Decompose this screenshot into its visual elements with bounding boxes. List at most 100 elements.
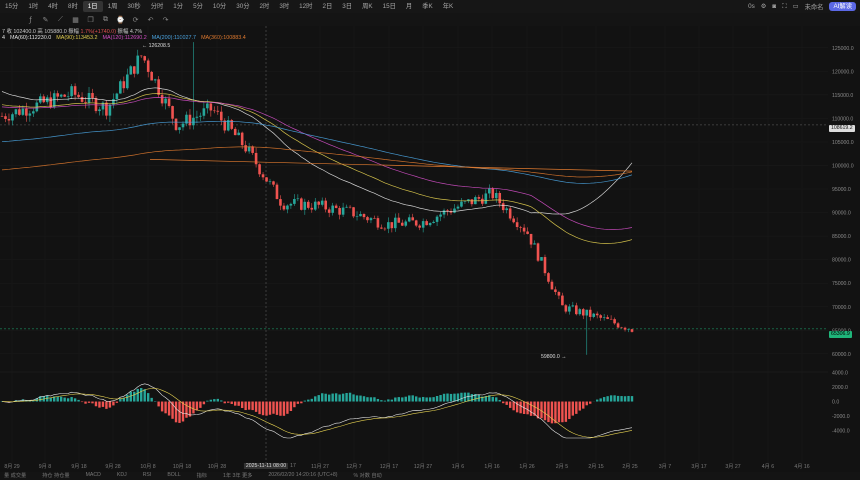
timeframe-1[interactable]: 1时	[23, 1, 43, 12]
candle-body	[425, 221, 428, 226]
candle-body	[380, 227, 383, 229]
macd-bar	[234, 401, 237, 406]
toolbar-right: 0s ⚙ ◙ ⛶ ▭ 未命名 AI解读	[748, 2, 856, 11]
bottom-item-6[interactable]: 指标	[197, 472, 207, 480]
indicator-name[interactable]: 未命名	[805, 2, 824, 11]
macd-bar	[613, 395, 616, 402]
candle-body	[66, 96, 70, 97]
timeframe-17[interactable]: 周K	[357, 1, 378, 12]
macd-bar	[355, 395, 359, 402]
macd-bar	[87, 401, 91, 403]
bottom-item-1[interactable]: 持仓 持仓量	[42, 472, 69, 480]
compare-icon[interactable]: ⧉	[101, 15, 110, 24]
timeframe-21[interactable]: 年K	[438, 1, 459, 12]
candle-body	[11, 114, 14, 121]
bottom-item-8[interactable]: 2026/02/20 14:20:16 (UTC+8)	[268, 472, 337, 480]
timeframe-3[interactable]: 8时	[63, 1, 83, 12]
macd-bar	[174, 401, 178, 423]
candle-body	[435, 216, 439, 222]
candle-body	[4, 116, 7, 119]
candle-body	[334, 205, 338, 208]
macd-bar	[195, 401, 199, 411]
bottom-item-2[interactable]: MACD	[86, 472, 101, 480]
timeframe-12[interactable]: 2时	[255, 1, 275, 12]
timeframe-11[interactable]: 30分	[231, 1, 254, 12]
candle-body	[400, 222, 404, 226]
candle-body	[174, 118, 178, 130]
bottom-item-4[interactable]: RSI	[143, 472, 152, 480]
timeframe-16[interactable]: 3日	[337, 1, 357, 12]
timeframe-toolbar: 15分 1时 4时 8时 1日 1周 30秒 分时 1分 5分 10分 30分 2时 3时 12时 2日 3日周…	[0, 0, 860, 13]
alert-icon[interactable]: ⌚	[116, 15, 125, 24]
macd-bar	[561, 401, 564, 423]
timeframe-13[interactable]: 3时	[274, 1, 294, 12]
timeframe-0[interactable]: 15分	[0, 1, 23, 12]
candle-body	[547, 273, 550, 282]
timeframe-6[interactable]: 30秒	[122, 1, 145, 12]
candle-body	[470, 199, 474, 205]
layout-icon[interactable]: ▭	[793, 3, 799, 10]
replay-icon[interactable]: ⟳	[131, 15, 140, 24]
ma-line-4	[1, 146, 633, 178]
candle-body	[411, 217, 415, 221]
timeframe-15[interactable]: 2日	[317, 1, 337, 12]
macd-bar	[582, 401, 585, 409]
candle-body	[14, 109, 18, 115]
bottom-item-9[interactable]: % 对数 自动	[353, 472, 381, 480]
candle-body	[526, 231, 529, 234]
candle-body	[306, 201, 310, 208]
timeframe-8[interactable]: 1分	[168, 1, 188, 12]
candle-body	[348, 206, 352, 208]
pencil-icon[interactable]: ✎	[41, 15, 50, 24]
macd-bar	[251, 401, 254, 411]
macd-bar	[620, 396, 623, 402]
timeframe-20[interactable]: 季K	[417, 1, 438, 12]
timeframe-9[interactable]: 5分	[188, 1, 208, 12]
macd-bar	[192, 401, 195, 414]
redo-icon[interactable]: ↷	[161, 15, 170, 24]
candle-body	[157, 79, 160, 95]
timeframe-4[interactable]: 1日	[82, 1, 103, 12]
bottom-item-3[interactable]: KDJ	[117, 472, 127, 480]
timeframe-2[interactable]: 4时	[43, 1, 63, 12]
macd-bar	[240, 401, 244, 408]
candle-body	[42, 96, 46, 103]
settings-icon[interactable]: ⚙	[761, 3, 767, 10]
candlestick-chart[interactable]: 125000.0 120000.0 115000.0 110000.0 105000.0…	[0, 26, 860, 463]
macd-bar	[467, 392, 470, 402]
candle-body	[460, 201, 463, 207]
bottom-item-7[interactable]: 1年 3年 更多	[223, 472, 252, 480]
candle-body	[550, 281, 554, 290]
timeframe-19[interactable]: 月	[401, 1, 417, 12]
candle-body	[63, 94, 66, 97]
undo-icon[interactable]: ↶	[146, 15, 155, 24]
bottom-item-0[interactable]: 量 成交量	[4, 472, 26, 480]
macd-bar	[296, 401, 300, 404]
macd-bar	[599, 398, 602, 402]
fullscreen-icon[interactable]: ⛶	[782, 3, 786, 11]
grid-icon[interactable]: ▦	[71, 15, 80, 24]
candle-body	[129, 66, 133, 75]
candle-body	[397, 217, 401, 223]
screenshot-icon[interactable]: ◙	[772, 3, 776, 10]
bottom-item-5[interactable]: BOLL	[167, 472, 180, 480]
ai-button[interactable]: AI解读	[829, 2, 856, 11]
date-label: 4月 6	[761, 464, 775, 470]
macd-bar	[502, 401, 505, 404]
date-label: 9月 8	[38, 464, 52, 470]
timeframe-7[interactable]: 分时	[146, 1, 169, 12]
candle-body	[139, 55, 143, 57]
candle-body	[627, 329, 630, 330]
timeframe-10[interactable]: 10分	[208, 1, 231, 12]
timeframe-5[interactable]: 1周	[103, 1, 123, 12]
candle-body	[341, 207, 345, 215]
timeframe-14[interactable]: 12时	[294, 1, 317, 12]
macd-bar	[359, 395, 362, 402]
timeframe-18[interactable]: 15日	[378, 1, 401, 12]
date-label: 10月 28	[207, 464, 227, 470]
line-tool-icon[interactable]: ⟋	[56, 15, 65, 24]
date-label: 10月 18	[172, 464, 192, 470]
indicator-icon[interactable]: ƒ	[26, 15, 35, 24]
macd-bar	[220, 400, 223, 402]
template-icon[interactable]: ❒	[86, 15, 95, 24]
